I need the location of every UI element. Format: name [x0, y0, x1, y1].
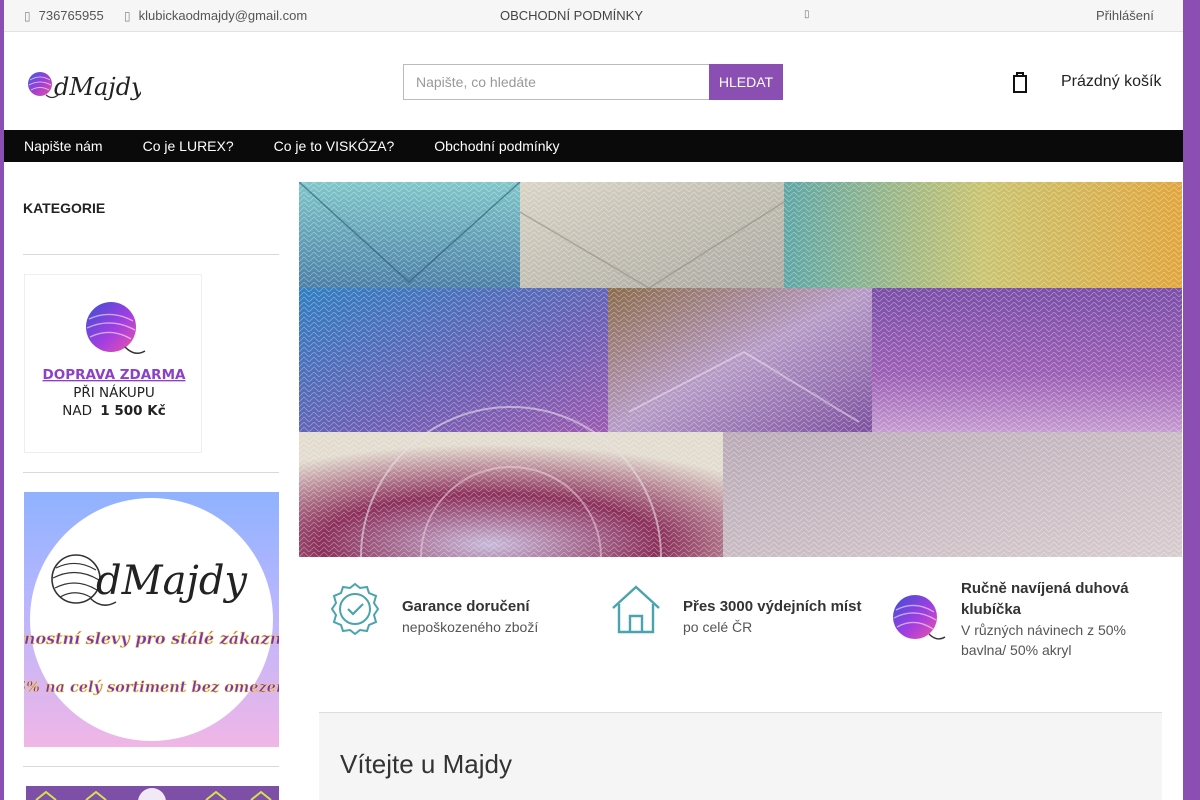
svg-text:PŘI NÁKUPU: PŘI NÁKUPU — [73, 384, 155, 401]
yarn-ball-icon — [86, 302, 146, 354]
welcome-section: Vítejte u Majdy — [319, 712, 1162, 800]
nav-item-viscose[interactable]: Co je to VISKÓZA? — [254, 130, 415, 162]
sidebar-banner-partial[interactable] — [26, 786, 279, 800]
phone-number: 736765955 — [38, 8, 104, 23]
yarn-ball-icon — [893, 595, 946, 640]
feature-description: V různých návinech z 50% bavlna/ 50% akr… — [961, 622, 1126, 658]
mail-icon: ▯ — [124, 8, 131, 23]
nav-item-terms[interactable]: Obchodní podmínky — [414, 130, 579, 162]
email-address: klubickaodmajdy@gmail.com — [138, 8, 308, 23]
hero-collage-image[interactable] — [299, 182, 1182, 557]
phone-contact[interactable]: ▯ 736765955 — [24, 8, 104, 23]
main-navigation: Napište nám Co je LUREX? Co je to VISKÓZ… — [4, 130, 1183, 162]
free-shipping-banner[interactable]: DOPRAVA ZDARMA PŘI NÁKUPU NAD 1 500 Kč — [24, 274, 202, 453]
feature-delivery-guarantee: Garance doručení nepoškozeného zboží — [326, 580, 538, 638]
login-link[interactable]: Přihlášení — [1096, 8, 1154, 23]
sidebar-divider — [23, 472, 279, 473]
feature-title: Ručně navíjená duhová klubíčka — [961, 580, 1129, 618]
svg-text:dMajdy: dMajdy — [96, 558, 248, 604]
settings-toggle-icon[interactable]: ▯ — [804, 9, 810, 20]
sidebar-divider — [23, 766, 279, 767]
feature-handwound-yarn: Ručně navíjená duhová klubíčka V různých… — [889, 578, 1161, 660]
house-icon — [612, 585, 660, 634]
cart-label[interactable]: Prázdný košík — [1061, 73, 1161, 91]
category-title: KATEGORIE — [23, 200, 106, 216]
phone-icon: ▯ — [24, 8, 31, 23]
shield-check-icon — [330, 582, 380, 636]
svg-text:NAD 1 500 Kč: NAD 1 500 Kč — [62, 403, 165, 419]
feature-description: nepoškozeného zboží — [402, 619, 539, 635]
feature-pickup-points: Přes 3000 výdejních míst po celé ČR — [607, 580, 861, 638]
search-button[interactable]: HLEDAT — [709, 64, 783, 100]
feature-description: po celé ČR — [683, 619, 753, 635]
email-contact[interactable]: ▯ klubickaodmajdy@gmail.com — [124, 8, 307, 23]
page-background-right — [1183, 130, 1200, 800]
top-terms-link[interactable]: OBCHODNÍ PODMÍNKY — [500, 8, 643, 23]
page: ▯ 736765955 ▯ klubickaodmajdy@gmail.com … — [4, 0, 1183, 800]
top-bar: ▯ 736765955 ▯ klubickaodmajdy@gmail.com … — [4, 0, 1183, 32]
welcome-title: Vítejte u Majdy — [340, 749, 512, 779]
svg-text:DOPRAVA ZDARMA: DOPRAVA ZDARMA — [43, 367, 186, 383]
nav-item-lurex[interactable]: Co je LUREX? — [123, 130, 254, 162]
feature-title: Přes 3000 výdejních míst — [683, 598, 862, 615]
loyalty-discount-banner[interactable]: dMajdy Věrnostní slevy pro stálé zákazní… — [24, 492, 279, 747]
svg-text:Věrnostní slevy pro stálé záka: Věrnostní slevy pro stálé zákazníky — [24, 629, 279, 648]
feature-title: Garance doručení — [402, 598, 530, 615]
sidebar-divider — [23, 254, 279, 255]
logo-mark: dMajdy — [28, 72, 145, 101]
svg-text:dMajdy: dMajdy — [54, 73, 141, 101]
cart-icon[interactable] — [1012, 70, 1028, 94]
site-logo[interactable]: dMajdy — [26, 64, 145, 106]
nav-item-contact[interactable]: Napište nám — [4, 130, 123, 162]
svg-text:-5% na celý sortiment bez omez: -5% na celý sortiment bez omezení — [24, 679, 279, 696]
search-input[interactable] — [403, 64, 709, 100]
